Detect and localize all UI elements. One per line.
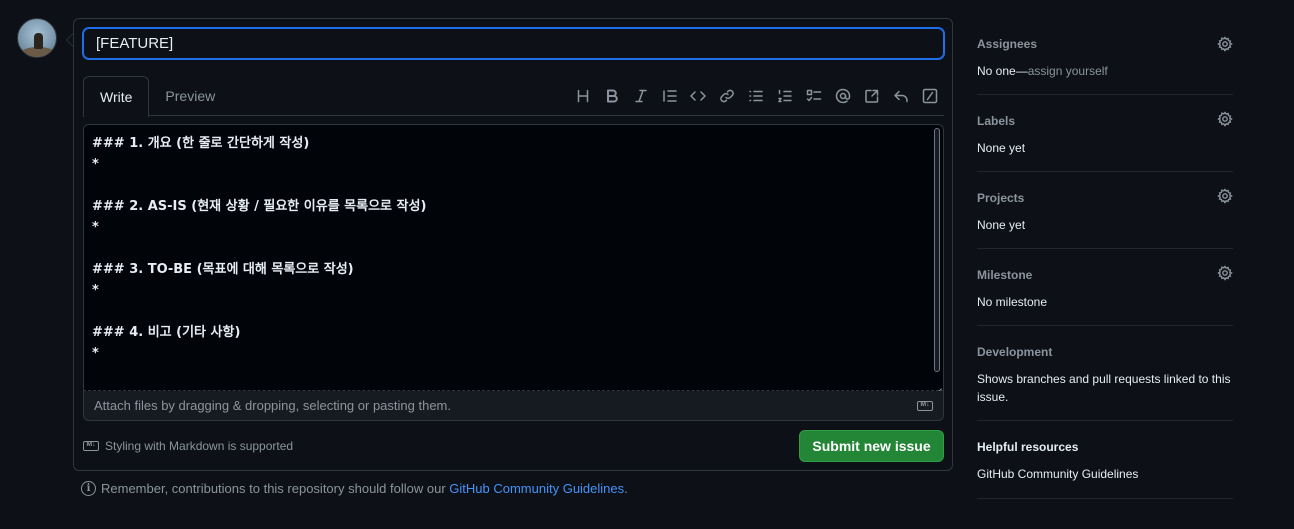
- heading-icon[interactable]: [573, 86, 593, 106]
- sidebar-labels: Labels None yet: [977, 95, 1233, 172]
- markdown-supported-note[interactable]: Styling with Markdown is supported: [83, 438, 294, 453]
- attach-hint: Attach files by dragging & dropping, sel…: [94, 398, 451, 413]
- attach-files-area[interactable]: Attach files by dragging & dropping, sel…: [83, 391, 944, 421]
- milestone-heading: Milestone: [977, 268, 1033, 282]
- milestone-value: No milestone: [977, 295, 1048, 309]
- contribution-reminder: i Remember, contributions to this reposi…: [81, 481, 628, 496]
- submit-issue-button[interactable]: Submit new issue: [799, 430, 944, 462]
- slash-command-icon[interactable]: [920, 86, 940, 106]
- editor-scrollbar[interactable]: [934, 128, 940, 372]
- gear-icon[interactable]: [1217, 265, 1233, 281]
- cross-reference-icon[interactable]: [862, 86, 882, 106]
- development-heading: Development: [977, 345, 1053, 359]
- assignees-none: No one—: [977, 64, 1028, 78]
- tab-preview[interactable]: Preview: [149, 76, 231, 116]
- editor-tabs: Write Preview: [83, 76, 231, 117]
- projects-heading: Projects: [977, 191, 1025, 205]
- unordered-list-icon[interactable]: [746, 86, 766, 106]
- sidebar-projects: Projects None yet: [977, 172, 1233, 249]
- task-list-icon[interactable]: [804, 86, 824, 106]
- labels-value: None yet: [977, 141, 1026, 155]
- markdown-icon: [83, 438, 99, 452]
- bold-icon[interactable]: [602, 86, 622, 106]
- resize-handle[interactable]: [934, 381, 942, 389]
- mention-icon[interactable]: [833, 86, 853, 106]
- ordered-list-icon[interactable]: [775, 86, 795, 106]
- user-avatar: [17, 18, 57, 58]
- gear-icon[interactable]: [1217, 111, 1233, 127]
- sidebar-helpful-resources: Helpful resources GitHub Community Guide…: [977, 421, 1233, 499]
- new-issue-form: Write Preview ### 1. 개요 (한 줄로 간단하게 작성) *…: [73, 18, 953, 471]
- reminder-suffix: .: [624, 481, 628, 496]
- sidebar-assignees: Assignees No one—assign yourself: [977, 26, 1233, 95]
- markdown-note-text: Styling with Markdown is supported: [105, 439, 294, 453]
- gear-icon[interactable]: [1217, 188, 1233, 204]
- italic-icon[interactable]: [631, 86, 651, 106]
- assignees-value: No one—assign yourself: [977, 62, 1233, 80]
- issue-sidebar: Assignees No one—assign yourself Labels …: [977, 26, 1233, 499]
- code-icon[interactable]: [688, 86, 708, 106]
- reply-icon[interactable]: [891, 86, 911, 106]
- development-value: Shows branches and pull requests linked …: [977, 372, 1231, 404]
- link-icon[interactable]: [717, 86, 737, 106]
- issue-title-input[interactable]: [82, 27, 945, 60]
- tab-divider: [83, 115, 944, 116]
- guidelines-link[interactable]: GitHub Community Guidelines: [449, 481, 624, 496]
- quote-icon[interactable]: [660, 86, 680, 106]
- assign-yourself-link[interactable]: assign yourself: [1028, 64, 1108, 78]
- issue-body-textarea[interactable]: ### 1. 개요 (한 줄로 간단하게 작성) * ### 2. AS-IS …: [84, 125, 943, 390]
- markdown-toolbar: [564, 86, 940, 106]
- info-icon: i: [81, 481, 96, 496]
- issue-body-editor: ### 1. 개요 (한 줄로 간단하게 작성) * ### 2. AS-IS …: [83, 124, 944, 391]
- reminder-text: Remember, contributions to this reposito…: [101, 481, 450, 496]
- community-guidelines-link[interactable]: GitHub Community Guidelines: [977, 465, 1233, 483]
- helpful-resources-heading: Helpful resources: [977, 440, 1079, 454]
- gear-icon[interactable]: [1217, 36, 1233, 52]
- sidebar-development: Development Shows branches and pull requ…: [977, 326, 1233, 421]
- labels-heading: Labels: [977, 114, 1016, 128]
- tab-write[interactable]: Write: [83, 76, 150, 117]
- projects-value: None yet: [977, 218, 1026, 232]
- assignees-heading: Assignees: [977, 37, 1038, 51]
- markdown-icon: [917, 398, 933, 412]
- sidebar-milestone: Milestone No milestone: [977, 249, 1233, 326]
